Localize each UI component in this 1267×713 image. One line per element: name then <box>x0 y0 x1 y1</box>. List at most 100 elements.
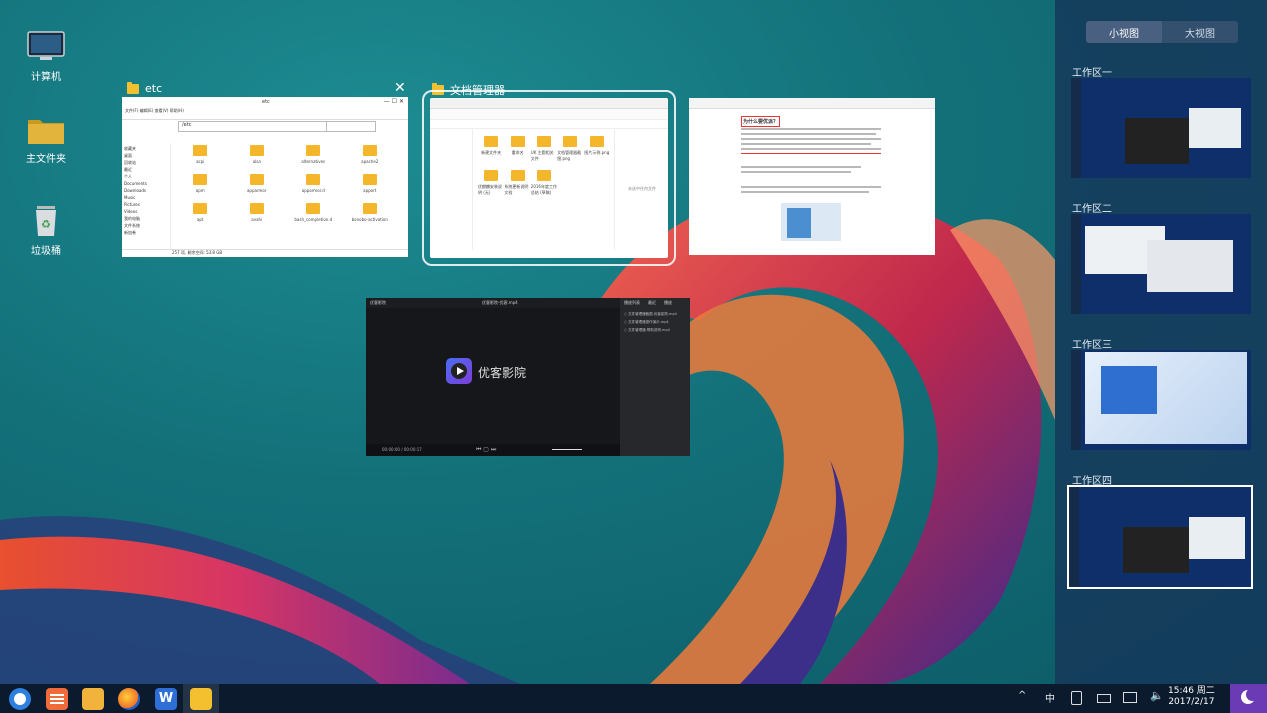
folder-icon <box>362 174 377 185</box>
path-bar[interactable]: /etc <box>178 121 327 132</box>
folder-icon <box>249 203 264 214</box>
file-label: UK 主题相关文件 <box>530 150 554 161</box>
doc-heading: 为什么要优派？ <box>741 116 781 127</box>
close-icon[interactable]: ✕ <box>394 81 406 95</box>
usb-icon[interactable] <box>1071 691 1082 705</box>
app-grid-icon[interactable] <box>46 688 68 710</box>
file-item[interactable]: apm <box>172 174 229 193</box>
sidebar-item[interactable]: Documents <box>124 180 168 187</box>
show-desktop-button[interactable] <box>1230 684 1267 713</box>
search-input[interactable] <box>326 121 376 132</box>
file-item[interactable]: 重命名 <box>504 136 530 162</box>
folder-icon <box>193 203 208 214</box>
sidebar-item[interactable]: 我的电脑 <box>124 215 168 222</box>
sidebar-item[interactable]: Downloads <box>124 187 168 194</box>
file-label: 图片示例.png <box>584 150 610 155</box>
sidebar-item[interactable]: 新加卷 <box>124 229 168 236</box>
tab-large-view[interactable]: 大视图 <box>1162 21 1238 43</box>
sidebar-item[interactable]: 回收站 <box>124 159 168 166</box>
player-time: 00:00:00 / 00:00:17 <box>382 447 422 452</box>
window-thumb-document[interactable]: 为什么要优派？ <box>689 98 935 255</box>
file-item[interactable]: avahi <box>229 203 286 222</box>
file-item[interactable]: apt <box>172 203 229 222</box>
file-label: apport <box>363 188 377 193</box>
workspace-thumb-3[interactable] <box>1071 350 1251 450</box>
file-item[interactable]: 系统更新说明文档 <box>504 170 530 196</box>
window-thumb-etc[interactable]: etc 文件(F) 编辑(E) 查看(V) 帮助(H) — ☐ ✕ /etc 收… <box>122 97 408 257</box>
file-item[interactable]: 2016年度工作总结 (草稿) <box>531 170 557 196</box>
file-label: 新建文件夹 <box>481 150 502 155</box>
battery-icon[interactable] <box>1097 694 1111 703</box>
file-item[interactable]: apport <box>342 174 399 193</box>
volume-icon[interactable]: 🔈 <box>1150 689 1164 702</box>
file-item[interactable]: UK 主题相关文件 <box>531 136 557 162</box>
sidebar-item[interactable]: Pictures <box>124 201 168 208</box>
workspace-thumb-1[interactable] <box>1071 78 1251 178</box>
sidebar-item[interactable]: Videos <box>124 208 168 215</box>
wps-writer-icon[interactable]: W <box>155 688 177 710</box>
workspace-thumb-2[interactable] <box>1071 214 1251 314</box>
folder-icon <box>589 136 604 147</box>
file-item[interactable]: apparmor <box>229 174 286 193</box>
window-controls[interactable]: — ☐ ✕ <box>384 98 404 105</box>
file-label: bonobo-activation <box>351 217 388 222</box>
playlist-tab[interactable]: 播放列表 <box>624 300 640 306</box>
folder-icon <box>249 174 264 185</box>
sidebar-item[interactable]: Music <box>124 194 168 201</box>
file-label: alsa <box>252 159 261 164</box>
window-thumb-file-manager[interactable]: 新建文件夹 重命名 UK 主题相关文件 文档管理器截图.png 图片示例.png 优麒麟安… <box>422 90 676 266</box>
file-item[interactable]: 图片示例.png <box>584 136 610 162</box>
file-item[interactable]: 文档管理器截图.png <box>557 136 583 162</box>
desktop-icon-trash[interactable]: ♻ 垃圾桶 <box>6 204 86 257</box>
doc-body <box>741 128 881 241</box>
sidebar-item[interactable]: 桌面 <box>124 152 168 159</box>
tab-small-view[interactable]: 小视图 <box>1086 21 1162 43</box>
network-icon[interactable] <box>1123 692 1137 703</box>
player-controls: 00:00:00 / 00:00:17 ⏮ ▢ ⏭ <box>366 444 620 456</box>
file-manager-icon[interactable] <box>82 688 104 710</box>
file-item[interactable]: bonobo-activation <box>342 203 399 222</box>
file-label: bash_completion.d <box>294 217 333 222</box>
file-item[interactable]: apache2 <box>342 145 399 164</box>
folder-icon[interactable] <box>190 688 212 710</box>
window-header <box>430 98 668 109</box>
clock[interactable]: 15:46 周二 2017/2/17 <box>1168 686 1215 708</box>
ime-indicator[interactable]: 中 <box>1045 690 1055 705</box>
file-item[interactable]: 新建文件夹 <box>478 136 504 162</box>
workspace-label: 工作区一 <box>1072 68 1112 79</box>
toolbar <box>689 98 935 109</box>
file-item[interactable]: acpi <box>172 145 229 164</box>
sidebar-item[interactable]: 文件系统 <box>124 222 168 229</box>
file-item[interactable]: alsa <box>229 145 286 164</box>
sidebar-item[interactable]: 收藏夹 <box>124 145 168 152</box>
folder-icon <box>536 170 551 181</box>
firefox-icon[interactable] <box>118 688 140 710</box>
file-item[interactable]: apparmor.d <box>285 174 342 193</box>
desktop-icon-home-folder[interactable]: 主文件夹 <box>6 112 86 165</box>
home-folder-icon <box>26 112 66 146</box>
playlist-tab[interactable]: 最近 <box>648 300 656 306</box>
playback-controls[interactable]: ⏮ ▢ ⏭ <box>476 446 496 454</box>
window-header: etc 文件(F) 编辑(E) 查看(V) 帮助(H) — ☐ ✕ <box>122 97 408 120</box>
tray-expand-icon[interactable]: ^ <box>1018 690 1026 701</box>
file-item[interactable]: bash_completion.d <box>285 203 342 222</box>
playlist-tab[interactable]: 播放 <box>664 300 672 306</box>
sidebar-item[interactable]: 个人 <box>124 173 168 180</box>
folder-icon <box>362 145 377 156</box>
start-menu-icon[interactable] <box>9 688 31 710</box>
workspace-thumb-4[interactable] <box>1067 485 1253 589</box>
window-thumb-video-player[interactable]: 优客影院 优客影院-优客.mp4 优客影院 00:00:00 / 00:00:1… <box>366 298 690 456</box>
desktop-icon-computer[interactable]: 计算机 <box>6 30 86 83</box>
playlist-item[interactable]: ○ 文件管理器操作演示.mp4 <box>624 320 686 325</box>
file-grid: 新建文件夹 重命名 UK 主题相关文件 文档管理器截图.png 图片示例.png 优麒麟安… <box>478 136 610 196</box>
desktop-icon-label: 垃圾桶 <box>31 246 61 257</box>
sidebar-item[interactable]: 最近 <box>124 166 168 173</box>
file-label: apparmor <box>246 188 267 193</box>
playlist-item[interactable]: ○ 文件管理器-帮助说明.mp4 <box>624 328 686 333</box>
folder-icon <box>193 174 208 185</box>
playlist-item[interactable]: ○ 文件管理器截图-优客影院.mp4 <box>624 312 686 317</box>
sidebar <box>430 128 473 250</box>
file-item[interactable]: 优麒麟安装说明 (无) <box>478 170 504 196</box>
volume-slider[interactable] <box>552 449 582 450</box>
file-item[interactable]: alternatives <box>285 145 342 164</box>
